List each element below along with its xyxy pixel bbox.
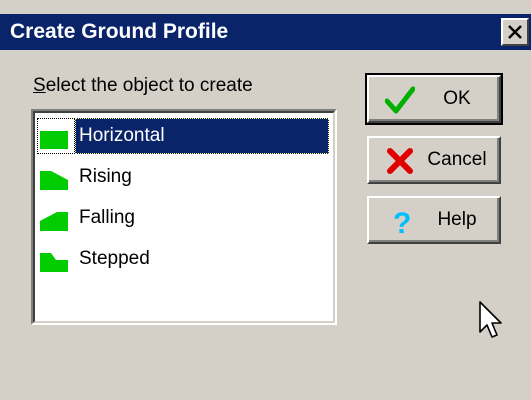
close-button[interactable]	[501, 18, 529, 46]
svg-text:?: ?	[393, 207, 411, 236]
list-item-label: Horizontal	[75, 118, 329, 154]
object-listbox[interactable]: Horizontal Rising Falling Stepped	[31, 109, 337, 325]
list-item-label: Falling	[79, 207, 135, 228]
horizontal-profile-icon	[40, 131, 68, 149]
ok-button-label: OK	[443, 88, 471, 109]
list-item-label: Stepped	[79, 248, 150, 269]
list-item-horizontal[interactable]: Horizontal	[37, 117, 329, 155]
falling-profile-icon	[40, 212, 68, 231]
question-mark-icon: ?	[393, 207, 411, 236]
cancel-button[interactable]: Cancel	[367, 136, 501, 184]
ok-button[interactable]: OK	[365, 73, 503, 125]
select-object-label-text: elect the object to create	[45, 75, 253, 96]
title-bar[interactable]: Create Ground Profile	[0, 14, 531, 50]
help-button-label: Help	[437, 209, 477, 230]
list-item-stepped[interactable]: Stepped	[37, 240, 329, 278]
select-object-accelerator: S	[33, 75, 46, 96]
stepped-profile-icon	[40, 253, 68, 272]
help-button[interactable]: ? Help	[367, 196, 501, 244]
create-ground-profile-dialog: Create Ground Profile Select the object …	[0, 0, 531, 400]
mouse-pointer-icon	[479, 301, 502, 338]
cancel-button-label: Cancel	[427, 149, 487, 170]
checkmark-icon	[385, 86, 415, 114]
select-object-label: Select the object to create	[33, 74, 253, 98]
list-item-rising[interactable]: Rising	[37, 158, 329, 196]
list-item-falling[interactable]: Falling	[37, 199, 329, 237]
red-x-icon	[387, 148, 413, 174]
list-item-label: Rising	[79, 166, 132, 187]
window-title: Create Ground Profile	[10, 20, 229, 43]
rising-profile-icon	[40, 171, 68, 190]
close-icon	[508, 25, 522, 39]
